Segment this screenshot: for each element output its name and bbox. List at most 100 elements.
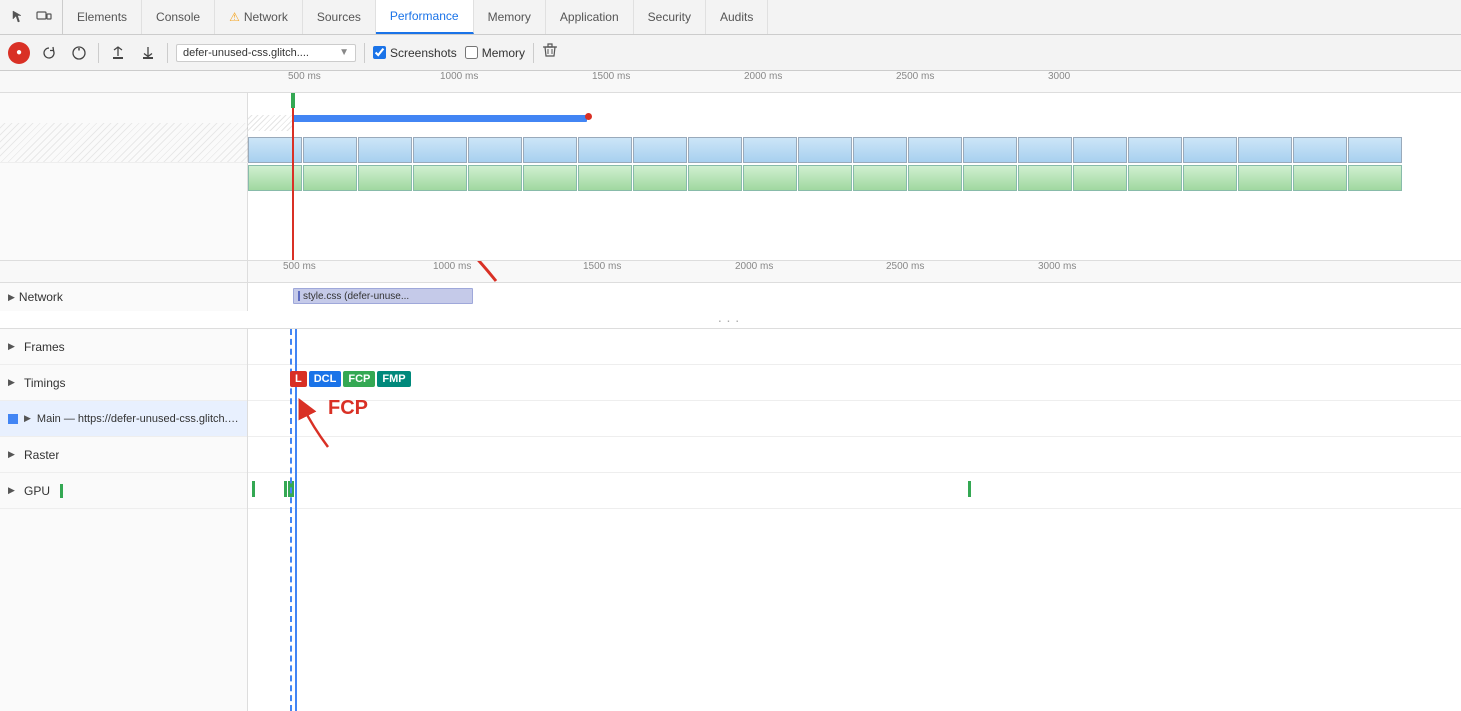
screenshot-thumb[interactable] [1073,137,1127,163]
screenshot-thumb-2[interactable] [358,165,412,191]
tick-1000ms: 1000 ms [440,71,478,82]
screenshot-thumb[interactable] [303,137,357,163]
screenshot-thumb[interactable] [358,137,412,163]
tab-audits[interactable]: Audits [706,0,768,34]
screenshot-thumb-2[interactable] [413,165,467,191]
tab-elements[interactable]: Elements [63,0,142,34]
screenshot-thumb-2[interactable] [1183,165,1237,191]
tab-performance[interactable]: Performance [376,0,474,34]
tab-application[interactable]: Application [546,0,634,34]
timings-label: Timings [24,376,66,390]
main-track-indicator [8,414,18,424]
screenshot-thumb-2[interactable] [1128,165,1182,191]
screenshot-thumb-2[interactable] [688,165,742,191]
screenshot-thumb[interactable] [413,137,467,163]
toolbar-separator-2 [167,43,168,63]
tab-network[interactable]: ⚠ Network [215,0,303,34]
screenshot-thumb[interactable] [578,137,632,163]
screenshot-thumb[interactable] [908,137,962,163]
screenshot-thumb[interactable] [1183,137,1237,163]
track-content-panel: L DCL FCP FMP FC [248,329,1461,711]
btick-1500ms: 1500 ms [583,261,621,272]
upload-button[interactable] [107,42,129,64]
screenshot-thumb[interactable] [1018,137,1072,163]
screenshot-thumb-2[interactable] [1348,165,1402,191]
style-css-label: style.css (defer-unuse... [303,291,409,302]
tab-sources[interactable]: Sources [303,0,376,34]
screenshot-thumb-2[interactable] [578,165,632,191]
tab-application-label: Application [560,10,619,24]
download-button[interactable] [137,42,159,64]
raster-expand-icon: ▶ [8,449,18,460]
screenshot-thumb[interactable] [1128,137,1182,163]
screenshot-thumb[interactable] [743,137,797,163]
track-row-timings[interactable]: ▶ Timings [0,365,247,401]
tab-performance-label: Performance [390,9,459,23]
tab-network-label: Network [244,10,288,24]
tab-security[interactable]: Security [634,0,706,34]
screenshot-thumb-2[interactable] [798,165,852,191]
screenshot-thumb-2[interactable] [1018,165,1072,191]
screenshot-thumb[interactable] [468,137,522,163]
screenshot-thumb-2[interactable] [1293,165,1347,191]
screenshot-thumb-2[interactable] [743,165,797,191]
main-content-row [248,401,1461,437]
screenshot-thumb[interactable] [688,137,742,163]
screenshot-thumb[interactable] [1238,137,1292,163]
ruler-spacer [0,261,248,282]
screenshot-thumb-2[interactable] [1073,165,1127,191]
btick-2000ms: 2000 ms [735,261,773,272]
url-selector[interactable]: defer-unused-css.glitch.... ▼ [176,44,356,62]
screenshot-thumb[interactable] [798,137,852,163]
three-dots-separator: ··· [0,311,1461,328]
gpu-bar-1 [252,481,255,497]
screenshot-thumb[interactable] [633,137,687,163]
screenshots-checkbox-label[interactable]: Screenshots [373,46,457,60]
reload-button[interactable] [38,42,60,64]
tab-memory[interactable]: Memory [474,0,546,34]
toolbar-separator-4 [533,43,534,63]
track-row-main[interactable]: ▶ Main — https://defer-unused-css.glitch… [0,401,247,437]
tick-1500ms: 1500 ms [592,71,630,82]
main-track-label: Main — https://defer-unused-css.glitch.m… [37,413,239,425]
network-section: ▶ Network style.css (defer-unuse... [0,283,1461,329]
playhead-red-line [292,93,294,261]
tab-console[interactable]: Console [142,0,215,34]
network-content: style.css (defer-unuse... [248,283,1461,311]
screenshot-thumb-2[interactable] [963,165,1017,191]
style-css-bar[interactable]: style.css (defer-unuse... [293,288,473,304]
screenshots-checkbox[interactable] [373,46,386,59]
raster-content-row [248,437,1461,473]
memory-checkbox-label[interactable]: Memory [465,46,525,60]
frames-expand-icon: ▶ [8,341,18,352]
screenshot-thumb-2[interactable] [303,165,357,191]
clear-recordings-button[interactable] [542,42,558,63]
screenshot-thumb-2[interactable] [1238,165,1292,191]
screenshot-thumb-2[interactable] [523,165,577,191]
record-button[interactable]: ● [8,42,30,64]
screenshot-thumb[interactable] [853,137,907,163]
frames-label: Frames [24,340,65,354]
tracks-container: ▶ Frames ▶ Timings ▶ Main — https://defe… [0,329,1461,711]
gpu-label: GPU [24,484,50,498]
overview-bar-end-marker [585,113,592,120]
tab-console-label: Console [156,10,200,24]
screenshot-thumb-2[interactable] [853,165,907,191]
screenshot-thumb-2[interactable] [633,165,687,191]
screenshot-thumb[interactable] [1293,137,1347,163]
track-row-gpu[interactable]: ▶ GPU [0,473,247,509]
badge-fcp: FCP [343,371,375,387]
screenshot-thumb[interactable] [1348,137,1402,163]
network-label-row[interactable]: ▶ Network [0,283,248,311]
screenshot-thumb-2[interactable] [908,165,962,191]
url-value: defer-unused-css.glitch.... [183,47,309,59]
screenshot-thumb-2[interactable] [468,165,522,191]
screenshot-thumb[interactable] [963,137,1017,163]
screenshot-thumb[interactable] [523,137,577,163]
device-toggle-icon[interactable] [34,7,54,27]
track-row-raster[interactable]: ▶ Raster [0,437,247,473]
memory-checkbox[interactable] [465,46,478,59]
stop-button[interactable] [68,42,90,64]
inspect-icon[interactable] [8,7,28,27]
track-row-frames[interactable]: ▶ Frames [0,329,247,365]
